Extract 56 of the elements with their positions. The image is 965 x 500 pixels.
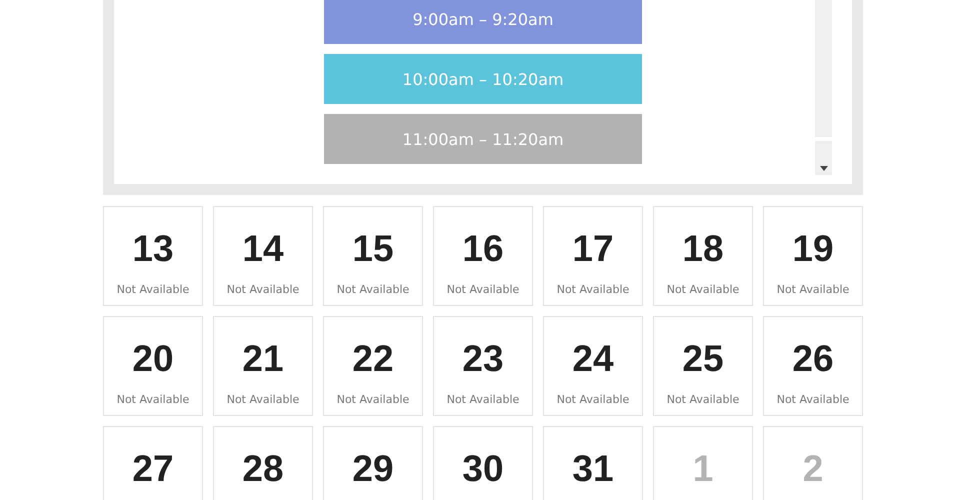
- day-number: 25: [682, 339, 724, 379]
- calendar-day[interactable]: 19 Not Available: [763, 206, 863, 306]
- day-number: 29: [352, 449, 394, 489]
- caret-down-icon: [820, 166, 828, 171]
- day-number: 2: [802, 449, 824, 489]
- scroll-down-button[interactable]: [815, 141, 832, 175]
- availability-label: Not Available: [776, 283, 850, 296]
- calendar-day[interactable]: 23 Not Available: [433, 316, 533, 416]
- availability-label: Not Available: [336, 283, 410, 296]
- day-number: 24: [572, 339, 614, 379]
- calendar-day[interactable]: 27: [103, 426, 203, 500]
- day-number: 27: [132, 449, 174, 489]
- calendar-day[interactable]: 16 Not Available: [433, 206, 533, 306]
- availability-label: Not Available: [446, 393, 520, 406]
- day-number: 19: [792, 229, 834, 269]
- day-number: 22: [352, 339, 394, 379]
- day-number: 17: [572, 229, 614, 269]
- day-number: 31: [572, 449, 614, 489]
- availability-label: Not Available: [226, 393, 300, 406]
- availability-label: Not Available: [776, 393, 850, 406]
- calendar-day[interactable]: 25 Not Available: [653, 316, 753, 416]
- day-number: 20: [132, 339, 174, 379]
- calendar-day[interactable]: 18 Not Available: [653, 206, 753, 306]
- calendar-day[interactable]: 13 Not Available: [103, 206, 203, 306]
- calendar-day[interactable]: 31: [543, 426, 643, 500]
- availability-label: Not Available: [556, 393, 630, 406]
- availability-label: Not Available: [336, 393, 410, 406]
- calendar-day[interactable]: 15 Not Available: [323, 206, 423, 306]
- calendar-day[interactable]: 22 Not Available: [323, 316, 423, 416]
- calendar-day[interactable]: 30: [433, 426, 533, 500]
- availability-label: Not Available: [116, 283, 190, 296]
- day-number: 23: [462, 339, 504, 379]
- availability-label: Not Available: [556, 283, 630, 296]
- day-number: 15: [352, 229, 394, 269]
- calendar-day[interactable]: 26 Not Available: [763, 316, 863, 416]
- calendar-day[interactable]: 28: [213, 426, 313, 500]
- calendar-day[interactable]: 14 Not Available: [213, 206, 313, 306]
- day-number: 13: [132, 229, 174, 269]
- availability-label: Not Available: [666, 393, 740, 406]
- day-number: 30: [462, 449, 504, 489]
- day-number: 14: [242, 229, 284, 269]
- day-number: 18: [682, 229, 724, 269]
- availability-label: Not Available: [446, 283, 520, 296]
- calendar-day[interactable]: 21 Not Available: [213, 316, 313, 416]
- calendar-day[interactable]: 24 Not Available: [543, 316, 643, 416]
- day-number: 26: [792, 339, 834, 379]
- availability-label: Not Available: [226, 283, 300, 296]
- calendar-day[interactable]: 17 Not Available: [543, 206, 643, 306]
- availability-label: Not Available: [666, 283, 740, 296]
- availability-label: Not Available: [116, 393, 190, 406]
- day-number: 28: [242, 449, 284, 489]
- calendar-day[interactable]: 20 Not Available: [103, 316, 203, 416]
- day-number: 21: [242, 339, 284, 379]
- calendar-day[interactable]: 29: [323, 426, 423, 500]
- day-number: 16: [462, 229, 504, 269]
- day-number: 1: [692, 449, 714, 489]
